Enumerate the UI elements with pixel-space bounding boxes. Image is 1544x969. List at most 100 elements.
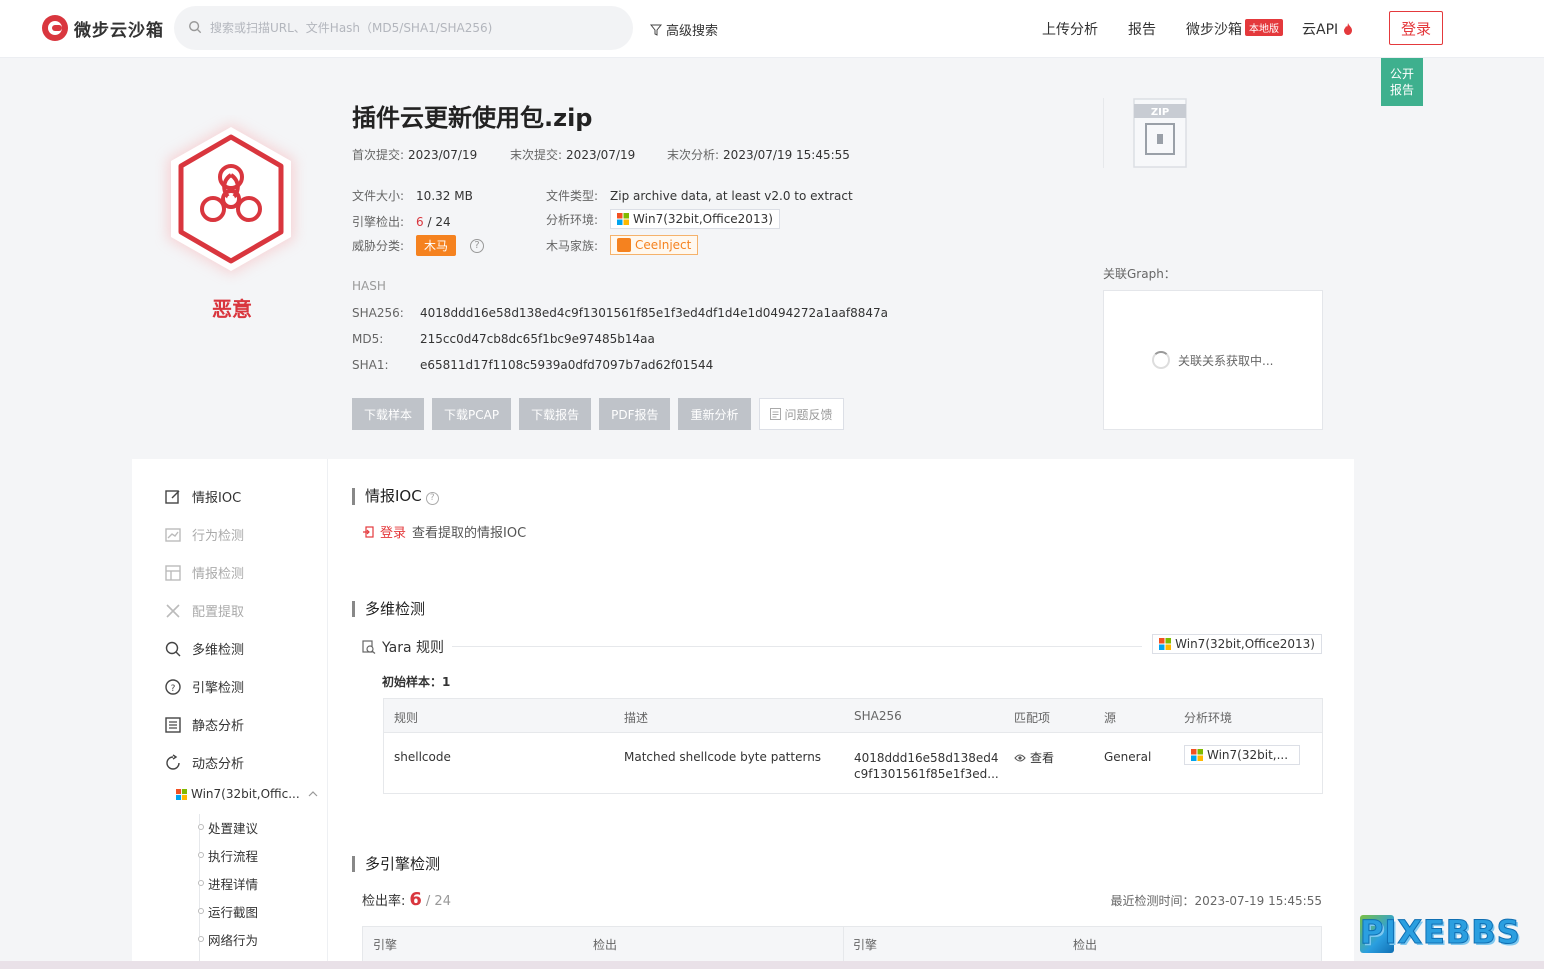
sidebar-item-multi[interactable]: 多维检测	[164, 639, 244, 658]
sidebar-sub-process[interactable]: 进程详情	[197, 874, 258, 893]
loading-spinner-icon	[1152, 351, 1170, 369]
windows-icon	[1159, 638, 1172, 650]
sidebar-item-ioc[interactable]: 情报IOC	[164, 487, 241, 506]
nav-sandbox-label: 微步沙箱	[1186, 22, 1242, 38]
row-source: General	[1104, 750, 1152, 764]
sha256-label: SHA256:	[352, 306, 404, 320]
sidebar-sub-advice[interactable]: 处置建议	[197, 818, 258, 837]
graph-label: 关联Graph：	[1103, 267, 1176, 281]
detection-rate: 检出率: 6 / 24	[362, 889, 451, 910]
yara-table: 规则 描述 SHA256 匹配项 源 分析环境 shellcode Matche…	[383, 698, 1323, 794]
search-input[interactable]	[210, 6, 620, 50]
col-engine-2: 引擎	[853, 938, 878, 952]
pdf-report-button[interactable]: PDF报告	[599, 398, 671, 430]
sidebar-sub-screenshot[interactable]: 运行截图	[197, 902, 258, 921]
action-buttons: 下载样本 下载PCAP 下载报告 PDF报告 重新分析 问题反馈	[352, 398, 844, 430]
trojan-tag: 木马	[416, 235, 457, 256]
threat-class-label: 威胁分类:	[352, 239, 405, 253]
detection-hits: 6	[409, 889, 422, 910]
layout-icon	[165, 564, 181, 581]
engine-hit-count: 6	[416, 215, 424, 229]
yara-env-label: Win7(32bit,Office2013)	[1175, 637, 1315, 651]
family-tag-label: CeeInject	[635, 238, 692, 252]
last-submit-value: 2023/07/19	[566, 148, 636, 162]
yara-table-header: 规则 描述 SHA256 匹配项 源 分析环境	[384, 699, 1322, 733]
engine-detections-label: 引擎检出:	[352, 215, 405, 229]
sidebar-item-behavior[interactable]: 行为检测	[164, 525, 244, 544]
svg-text:?: ?	[171, 684, 176, 694]
sidebar-env[interactable]: Win7(32bit,Offic...	[176, 787, 318, 801]
edit-icon	[165, 489, 180, 504]
download-report-button[interactable]: 下载报告	[519, 398, 592, 430]
trojan-family-label: 木马家族:	[546, 238, 599, 253]
download-sample-button[interactable]: 下载样本	[352, 398, 425, 430]
report-panel: 情报IOC 行为检测 情报检测 配置提取 多维检测 ? 引擎检测 静态分析 动态	[132, 459, 1354, 969]
sidebar-env-label: Win7(32bit,Offic...	[191, 787, 300, 801]
logo[interactable]: 微步云沙箱	[42, 15, 164, 41]
help-icon[interactable]: ?	[470, 238, 485, 253]
last-analysis: 末次分析: 2023/07/19 15:45:55	[667, 146, 850, 163]
sidebar-item-intel[interactable]: 情报检测	[164, 563, 244, 582]
first-submit: 首次提交: 2023/07/19	[352, 146, 477, 163]
sidebar-label-behavior: 行为检测	[192, 529, 245, 544]
advanced-search-link[interactable]: 高级搜索	[650, 20, 718, 39]
sidebar-item-dynamic[interactable]: 动态分析	[164, 753, 244, 772]
row-desc: Matched shellcode byte patterns	[624, 750, 822, 764]
ioc-section-title: 情报IOC?	[352, 488, 439, 505]
row-env-label: Win7(32bit,...	[1207, 748, 1289, 762]
nav-upload[interactable]: 上传分析	[1042, 19, 1098, 39]
reanalyze-button[interactable]: 重新分析	[678, 398, 751, 430]
sha1-value[interactable]: e65811d17f1108c5939a0dfd7097b7ad62f01544	[420, 358, 713, 372]
download-pcap-button[interactable]: 下载PCAP	[432, 398, 512, 430]
yara-env-tag[interactable]: Win7(32bit,Office2013)	[1152, 634, 1322, 654]
search-box[interactable]	[174, 6, 633, 50]
feedback-label: 问题反馈	[784, 407, 833, 422]
logo-text: 微步云沙箱	[74, 20, 164, 41]
env-tag[interactable]: Win7(32bit,Office2013)	[610, 209, 780, 229]
yara-header: Yara 规则 Win7(32bit,Office2013)	[362, 634, 1322, 657]
windows-icon	[1191, 749, 1203, 761]
analysis-env-label: 分析环境:	[546, 212, 599, 227]
nav-api[interactable]: 云API	[1302, 19, 1353, 39]
col-desc: 描述	[624, 711, 649, 725]
row-match-view[interactable]: 查看	[1014, 749, 1054, 766]
row-sha256[interactable]: 4018ddd16e58d138ed4 c9f1301561f85e1f3ed..…	[854, 750, 999, 782]
md5-value[interactable]: 215cc0d47cb8dc65f1bc9e97485b14aa	[420, 332, 655, 346]
zip-file-icon: ZIP	[1133, 98, 1187, 168]
public-report-button[interactable]: 公开 报告	[1381, 58, 1423, 106]
sha256-value[interactable]: 4018ddd16e58d138ed4c9f1301561f85e1f3ed4d…	[420, 306, 888, 320]
refresh-icon	[166, 753, 180, 770]
table-row: shellcode Matched shellcode byte pattern…	[384, 733, 1322, 793]
detection-total: / 24	[425, 894, 451, 909]
sidebar-item-engine[interactable]: ? 引擎检测	[164, 677, 244, 696]
graph-panel[interactable]: 关联关系获取中...	[1103, 290, 1323, 430]
file-size-value: 10.32 MB	[416, 189, 473, 203]
tools-icon	[166, 603, 180, 618]
row-env-tag[interactable]: Win7(32bit,...	[1184, 745, 1300, 765]
ioc-login-link[interactable]: 登录	[380, 522, 406, 541]
sidebar-sub-network[interactable]: 网络行为	[197, 930, 258, 949]
md5-label: MD5:	[352, 332, 384, 346]
initial-sample-count: 初始样本：1	[382, 675, 451, 689]
sidebar-item-static[interactable]: 静态分析	[164, 715, 244, 734]
engine-detections: 引擎检出: 6 / 24	[352, 213, 451, 230]
eye-icon	[1014, 754, 1026, 761]
vertical-divider	[1103, 98, 1104, 168]
search-scan-icon	[165, 641, 181, 656]
nav-report[interactable]: 报告	[1128, 19, 1156, 39]
sidebar-item-config[interactable]: 配置提取	[164, 601, 244, 620]
chart-icon	[165, 527, 181, 542]
watermark: PIXEBBS	[1360, 913, 1521, 952]
file-title: 插件云更新使用包.zip	[352, 104, 593, 132]
public-report-line1: 公开	[1389, 67, 1414, 81]
login-button[interactable]: 登录	[1389, 11, 1443, 45]
sidebar-sub-flow[interactable]: 执行流程	[197, 846, 258, 865]
analysis-env: 分析环境: Win7(32bit,Office2013)	[546, 209, 780, 229]
feedback-button[interactable]: 问题反馈	[758, 398, 844, 430]
nav-sandbox[interactable]: 微步沙箱 本地版	[1186, 19, 1283, 39]
question-icon[interactable]: ?	[425, 492, 439, 505]
family-tag[interactable]: CeeInject	[610, 235, 699, 255]
col-detect-2: 检出	[1073, 938, 1098, 952]
env-tag-label: Win7(32bit,Office2013)	[633, 212, 773, 226]
list-icon	[165, 716, 181, 733]
